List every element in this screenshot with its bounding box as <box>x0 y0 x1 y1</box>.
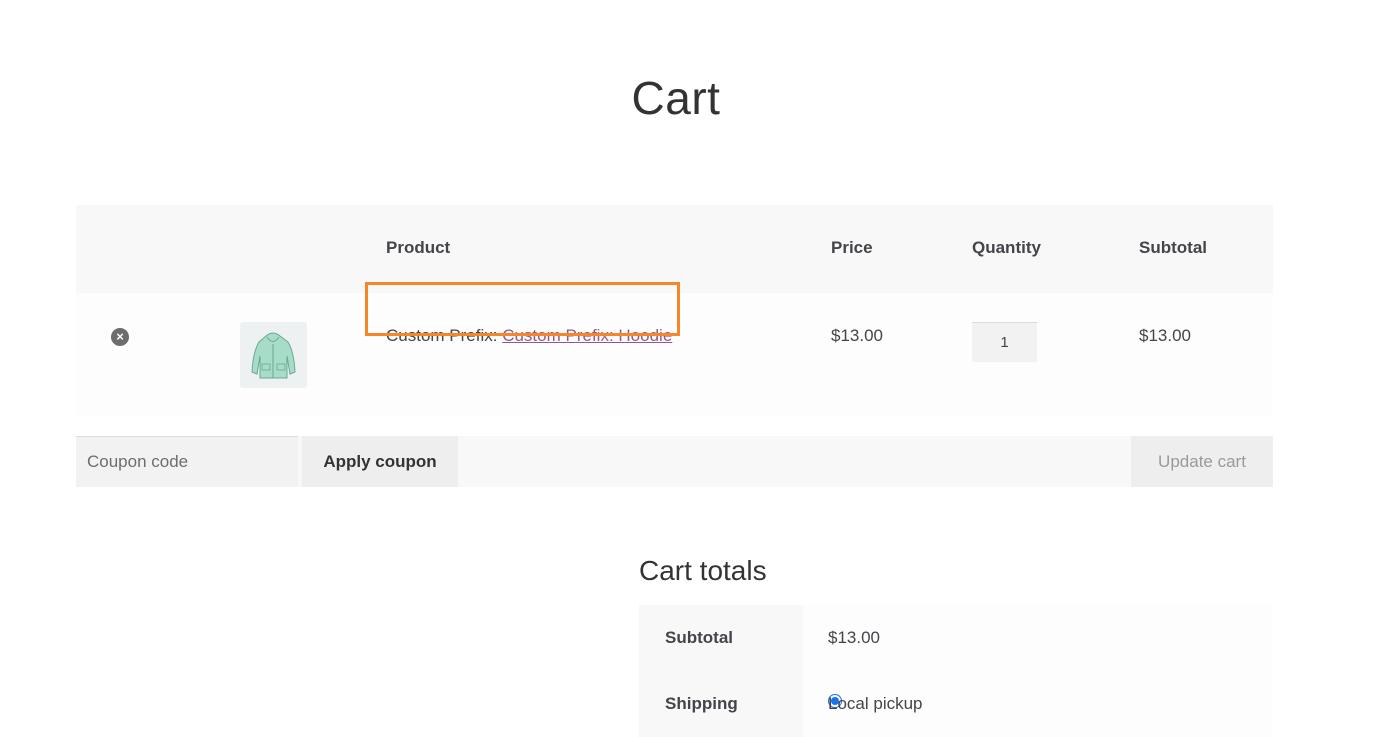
header-quantity: Quantity <box>972 238 1041 257</box>
cart-totals-table: Subtotal $13.00 Shipping Local pickup <box>639 605 1273 737</box>
header-product: Product <box>386 238 451 257</box>
item-subtotal: $13.00 <box>1139 326 1191 345</box>
cart-actions: Apply coupon Update cart <box>76 436 1273 487</box>
update-cart-button[interactable]: Update cart <box>1131 436 1273 487</box>
header-price: Price <box>831 238 873 257</box>
totals-subtotal-row: Subtotal $13.00 <box>639 605 1273 671</box>
totals-shipping-label: Shipping <box>665 694 738 713</box>
cart-totals-title: Cart totals <box>639 555 767 586</box>
local-pickup-label[interactable]: Local pickup <box>828 694 923 714</box>
quantity-input[interactable] <box>972 322 1037 362</box>
totals-subtotal-label: Subtotal <box>665 628 733 647</box>
page-title: Cart <box>631 71 721 124</box>
hoodie-icon <box>251 332 296 379</box>
coupon-code-input[interactable] <box>76 436 298 487</box>
header-subtotal: Subtotal <box>1139 238 1207 257</box>
totals-shipping-row: Shipping Local pickup <box>639 671 1273 737</box>
apply-coupon-button[interactable]: Apply coupon <box>302 436 458 487</box>
cart-table-header: Product Price Quantity Subtotal <box>76 205 1273 293</box>
product-thumbnail[interactable] <box>240 322 307 388</box>
highlight-box <box>365 282 680 336</box>
item-price: $13.00 <box>831 326 883 345</box>
totals-subtotal-value: $13.00 <box>828 628 880 647</box>
remove-item-icon[interactable]: × <box>111 328 129 346</box>
